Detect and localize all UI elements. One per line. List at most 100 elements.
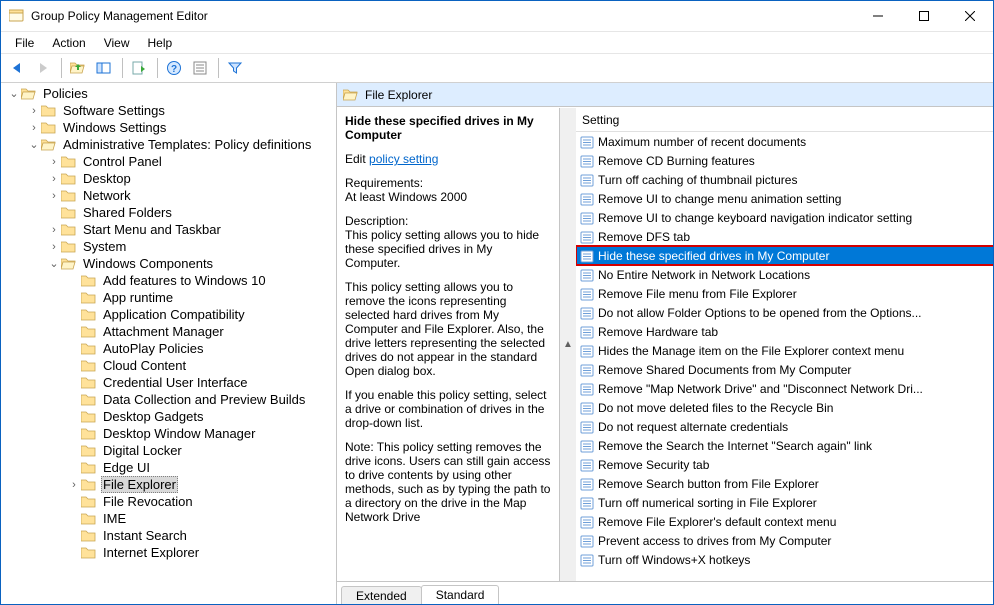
setting-row[interactable]: Hides the Manage item on the File Explor… xyxy=(576,341,993,360)
tree-node[interactable]: Application Compatibility xyxy=(67,306,336,323)
up-button[interactable] xyxy=(66,56,90,80)
tree-node[interactable]: Edge UI xyxy=(67,459,336,476)
tree-node-control-panel[interactable]: ›Control Panel xyxy=(47,153,336,170)
folder-icon xyxy=(81,324,97,340)
expand-icon[interactable]: › xyxy=(47,189,61,203)
tree-node-start-menu[interactable]: ›Start Menu and Taskbar xyxy=(47,221,336,238)
setting-row[interactable]: Remove Search button from File Explorer … xyxy=(576,474,993,493)
setting-row[interactable]: Turn off numerical sorting in File Explo… xyxy=(576,493,993,512)
tree-node[interactable]: Instant Search xyxy=(67,527,336,544)
description-text: This policy setting allows you to remove… xyxy=(345,280,545,378)
tree-pane[interactable]: ⌄ Policies ›Software Settings ›Windows S… xyxy=(1,83,337,604)
tree-node[interactable]: Attachment Manager xyxy=(67,323,336,340)
menu-file[interactable]: File xyxy=(7,34,42,52)
tree-node[interactable]: App runtime xyxy=(67,289,336,306)
setting-row[interactable]: Remove DFS tab Not configured xyxy=(576,227,993,246)
menu-view[interactable]: View xyxy=(96,34,138,52)
setting-row[interactable]: Remove Security tab Not configured xyxy=(576,455,993,474)
tree-node-system[interactable]: ›System xyxy=(47,238,336,255)
tree-node[interactable]: Desktop Gadgets xyxy=(67,408,336,425)
tree-node-network[interactable]: ›Network xyxy=(47,187,336,204)
setting-icon xyxy=(580,363,594,377)
expand-icon[interactable]: › xyxy=(67,478,81,492)
expand-icon[interactable]: › xyxy=(27,104,41,118)
setting-row[interactable]: Remove "Map Network Drive" and "Disconne… xyxy=(576,379,993,398)
tree-node[interactable]: Data Collection and Preview Builds xyxy=(67,391,336,408)
expand-icon[interactable]: › xyxy=(47,240,61,254)
edit-policy-link[interactable]: policy setting xyxy=(369,152,438,166)
menu-help[interactable]: Help xyxy=(140,34,181,52)
tree-node[interactable]: AutoPlay Policies xyxy=(67,340,336,357)
setting-row[interactable]: Remove Hardware tab Not configured xyxy=(576,322,993,341)
setting-row[interactable]: Hide these specified drives in My Comput… xyxy=(576,246,993,265)
expand-icon[interactable]: › xyxy=(47,223,61,237)
setting-row[interactable]: Do not move deleted files to the Recycle… xyxy=(576,398,993,417)
tree-node-shared-folders[interactable]: Shared Folders xyxy=(47,204,336,221)
setting-row[interactable]: Remove UI to change menu animation setti… xyxy=(576,189,993,208)
setting-row[interactable]: Turn off Windows+X hotkeys Not configure… xyxy=(576,550,993,569)
setting-row[interactable]: Remove File Explorer's default context m… xyxy=(576,512,993,531)
tree-node-windows-settings[interactable]: ›Windows Settings xyxy=(27,119,336,136)
properties-button[interactable] xyxy=(188,56,212,80)
tree-label: AutoPlay Policies xyxy=(101,341,205,356)
expand-icon[interactable]: › xyxy=(47,155,61,169)
tree-node[interactable]: File Revocation xyxy=(67,493,336,510)
settings-list[interactable]: Maximum number of recent documents Not c… xyxy=(576,132,993,581)
folder-icon xyxy=(41,103,57,119)
expand-icon[interactable]: › xyxy=(27,121,41,135)
tree-node[interactable]: Internet Explorer xyxy=(67,544,336,561)
setting-icon xyxy=(580,287,594,301)
tab-standard[interactable]: Standard xyxy=(421,585,500,604)
setting-label: Maximum number of recent documents xyxy=(598,135,806,149)
tree-node-windows-components[interactable]: ⌄Windows Components xyxy=(47,255,336,272)
setting-label: Turn off Windows+X hotkeys xyxy=(598,553,750,567)
setting-row[interactable]: Maximum number of recent documents Not c… xyxy=(576,132,993,151)
setting-icon xyxy=(580,534,594,548)
show-hide-tree-button[interactable] xyxy=(92,56,116,80)
collapse-icon[interactable]: ⌄ xyxy=(47,257,61,271)
window-title: Group Policy Management Editor xyxy=(31,9,855,23)
tree-node[interactable]: Cloud Content xyxy=(67,357,336,374)
tab-extended[interactable]: Extended xyxy=(341,586,422,604)
tree-node-policies[interactable]: ⌄ Policies xyxy=(7,85,336,102)
setting-label: Turn off caching of thumbnail pictures xyxy=(598,173,797,187)
export-button[interactable] xyxy=(127,56,151,80)
tree-node[interactable]: Add features to Windows 10 xyxy=(67,272,336,289)
expand-icon[interactable]: › xyxy=(47,172,61,186)
tree-node[interactable]: Digital Locker xyxy=(67,442,336,459)
filter-button[interactable] xyxy=(223,56,247,80)
collapse-icon[interactable]: ⌄ xyxy=(27,138,41,152)
tree-label: App runtime xyxy=(101,290,175,305)
tree-node-desktop[interactable]: ›Desktop xyxy=(47,170,336,187)
setting-row[interactable]: Prevent access to drives from My Compute… xyxy=(576,531,993,550)
desc-scroll-up[interactable]: ▲ xyxy=(560,108,576,581)
setting-row[interactable]: Remove CD Burning features Not configure… xyxy=(576,151,993,170)
setting-row[interactable]: Do not allow Folder Options to be opened… xyxy=(576,303,993,322)
setting-row[interactable]: Remove File menu from File Explorer Not … xyxy=(576,284,993,303)
collapse-icon[interactable]: ⌄ xyxy=(7,87,21,101)
menu-action[interactable]: Action xyxy=(44,34,93,52)
setting-label: Remove File Explorer's default context m… xyxy=(598,515,836,529)
tree-node[interactable]: › File Explorer xyxy=(67,476,336,493)
help-button[interactable]: ? xyxy=(162,56,186,80)
tree-node[interactable]: IME xyxy=(67,510,336,527)
titlebar[interactable]: Group Policy Management Editor xyxy=(1,1,993,32)
tree-node[interactable]: Desktop Window Manager xyxy=(67,425,336,442)
setting-row[interactable]: Remove Shared Documents from My Computer… xyxy=(576,360,993,379)
setting-row[interactable]: Do not request alternate credentials Not… xyxy=(576,417,993,436)
setting-row[interactable]: Remove UI to change keyboard navigation … xyxy=(576,208,993,227)
folder-icon xyxy=(81,392,97,408)
tree-node-admin-templates[interactable]: ⌄Administrative Templates: Policy defini… xyxy=(27,136,336,153)
minimize-button[interactable] xyxy=(855,1,901,31)
close-button[interactable] xyxy=(947,1,993,31)
forward-button[interactable] xyxy=(31,56,55,80)
setting-row[interactable]: No Entire Network in Network Locations N… xyxy=(576,265,993,284)
column-setting[interactable]: Setting xyxy=(576,108,993,131)
tree-node[interactable]: Credential User Interface xyxy=(67,374,336,391)
maximize-button[interactable] xyxy=(901,1,947,31)
tree-node-software-settings[interactable]: ›Software Settings xyxy=(27,102,336,119)
back-button[interactable] xyxy=(5,56,29,80)
setting-row[interactable]: Turn off caching of thumbnail pictures N… xyxy=(576,170,993,189)
setting-row[interactable]: Remove the Search the Internet "Search a… xyxy=(576,436,993,455)
setting-icon xyxy=(580,344,594,358)
